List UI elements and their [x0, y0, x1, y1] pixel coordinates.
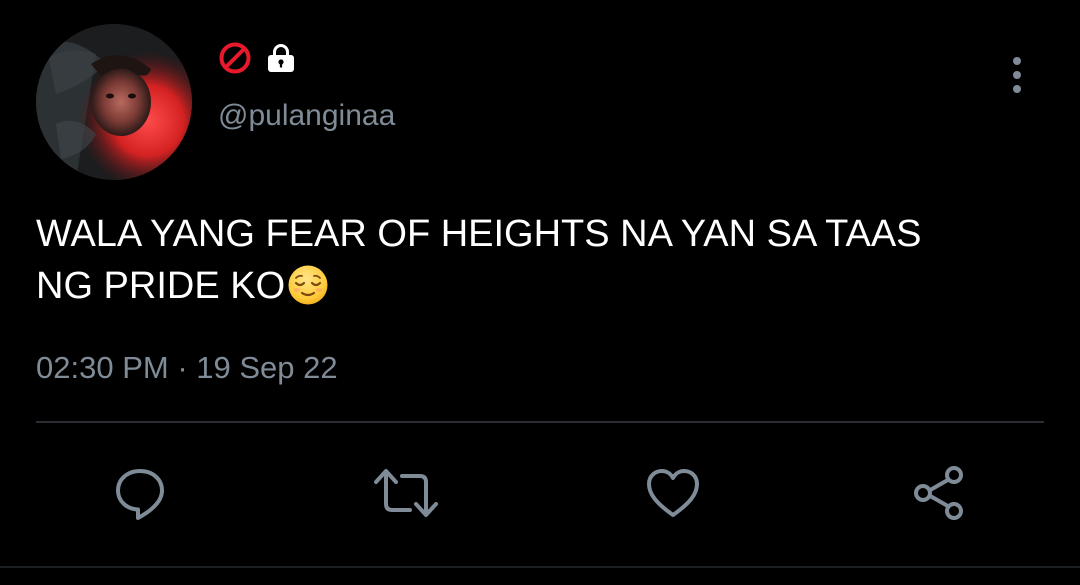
avatar-photo: [36, 24, 192, 180]
tweet-text: WALA YANG FEAR OF HEIGHTS NA YAN SA TAAS…: [36, 208, 1036, 312]
like-icon: [647, 469, 699, 517]
display-name[interactable]: [218, 40, 298, 76]
retweet-icon: [374, 469, 438, 517]
lock-icon: [264, 41, 298, 75]
user-handle[interactable]: @pulanginaa: [218, 98, 395, 134]
share-button[interactable]: [904, 458, 974, 528]
retweet-button[interactable]: [371, 458, 441, 528]
tweet-date: 19 Sep 22: [196, 350, 338, 385]
tweet-actions: [0, 458, 1080, 528]
more-vertical-icon[interactable]: [1004, 55, 1030, 97]
timestamp-separator: ·: [177, 350, 188, 385]
avatar[interactable]: [36, 24, 192, 180]
like-button[interactable]: [638, 458, 708, 528]
bottom-divider: [0, 566, 1080, 568]
share-icon: [914, 466, 963, 520]
reply-icon: [116, 469, 164, 520]
tweet-time: 02:30 PM: [36, 350, 169, 385]
tweet-text-line1: WALA YANG FEAR OF HEIGHTS NA YAN SA TAAS: [36, 213, 922, 255]
reply-button[interactable]: [105, 458, 175, 528]
prohibited-icon: [218, 41, 252, 75]
tweet-text-line2: NG PRIDE KO: [36, 265, 286, 307]
divider: [36, 421, 1044, 423]
tweet-timestamp: 02:30 PM · 19 Sep 22: [36, 348, 338, 388]
relieved-face-emoji-icon: [287, 264, 329, 306]
